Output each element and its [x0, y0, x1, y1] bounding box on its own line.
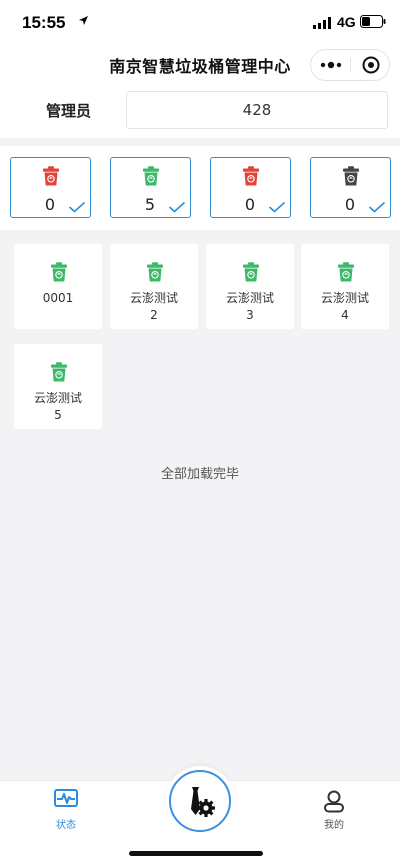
bin-name: 云澎测试 5 [14, 390, 102, 424]
status-bar: 15:55 4G [0, 0, 400, 44]
trash-bin-icon [243, 262, 259, 282]
center-button-ring [169, 770, 231, 832]
status-time: 15:55 [22, 13, 66, 32]
tab-status[interactable]: 状态 [26, 781, 106, 841]
tab-status-label: 状态 [56, 820, 76, 831]
bin-type-card[interactable]: 0 [10, 157, 91, 218]
checkmark-icon [168, 201, 186, 213]
trash-bin-icon [243, 166, 259, 186]
checkmark-icon [68, 201, 86, 213]
bin-card[interactable]: 0001 [14, 244, 102, 329]
location-arrow-icon [79, 16, 88, 25]
user-icon [324, 790, 344, 813]
tab-mine[interactable]: 我的 [294, 781, 374, 841]
bin-name-line1: 云澎测试 [225, 291, 274, 305]
bin-name-line2: 5 [54, 408, 62, 422]
close-target-icon [362, 56, 379, 74]
trash-bin-icon [43, 166, 59, 186]
trash-bin-icon [51, 362, 67, 382]
trash-bin-icon [143, 166, 159, 186]
bin-name-line2: 4 [341, 308, 349, 322]
bin-name-line1: 云澎测试 [33, 391, 82, 405]
admin-label: 管理员 [46, 102, 92, 120]
signal-icon [313, 17, 331, 29]
bin-name-line2: 2 [150, 308, 158, 322]
bin-name-line1: 云澎测试 [129, 291, 178, 305]
load-complete-text: 全部加载完毕 [160, 467, 239, 482]
bin-name-line2: 3 [246, 308, 254, 322]
more-button[interactable] [311, 50, 350, 80]
nav-bar: 南京智慧垃圾桶管理中心 [0, 44, 400, 86]
bin-type-card[interactable]: 0 [210, 157, 291, 218]
admin-row: 管理员 428 [0, 86, 400, 138]
tie-gear-icon [191, 787, 215, 817]
bin-card[interactable]: 云澎测试 3 [206, 244, 294, 329]
miniprogram-capsule [310, 49, 390, 81]
checkmark-icon [268, 201, 286, 213]
more-dots-icon [320, 61, 341, 69]
trash-bin-icon [338, 262, 354, 282]
bin-type-card[interactable]: 5 [110, 157, 191, 218]
pulse-monitor-icon [54, 789, 78, 807]
bin-type-card[interactable]: 0 [310, 157, 391, 218]
bin-name-line1: 0001 [42, 291, 74, 305]
close-button[interactable] [351, 50, 390, 80]
bin-list: 全部加载完毕 0001 云澎测试 2 云澎测试 3 云澎测试 4 云澎测试 5 [0, 235, 400, 780]
tab-mine-label: 我的 [324, 820, 344, 831]
network-type: 4G [337, 14, 356, 30]
bin-card[interactable]: 云澎测试 5 [14, 344, 102, 429]
bin-name: 0001 [14, 290, 102, 307]
admin-id-field[interactable]: 428 [126, 91, 388, 129]
trash-bin-icon [51, 262, 67, 282]
bin-card[interactable]: 云澎测试 4 [301, 244, 389, 329]
bin-name: 云澎测试 3 [206, 290, 294, 324]
battery-icon [360, 15, 386, 28]
bin-name: 云澎测试 4 [301, 290, 389, 324]
bin-type-summary: 0500 [0, 146, 400, 230]
bin-name-line1: 云澎测试 [320, 291, 369, 305]
bin-card[interactable]: 云澎测试 2 [110, 244, 198, 329]
bin-name: 云澎测试 2 [110, 290, 198, 324]
trash-bin-icon [147, 262, 163, 282]
center-action-button[interactable] [165, 766, 235, 836]
home-indicator [129, 851, 263, 856]
checkmark-icon [368, 201, 386, 213]
trash-bin-icon [343, 166, 359, 186]
